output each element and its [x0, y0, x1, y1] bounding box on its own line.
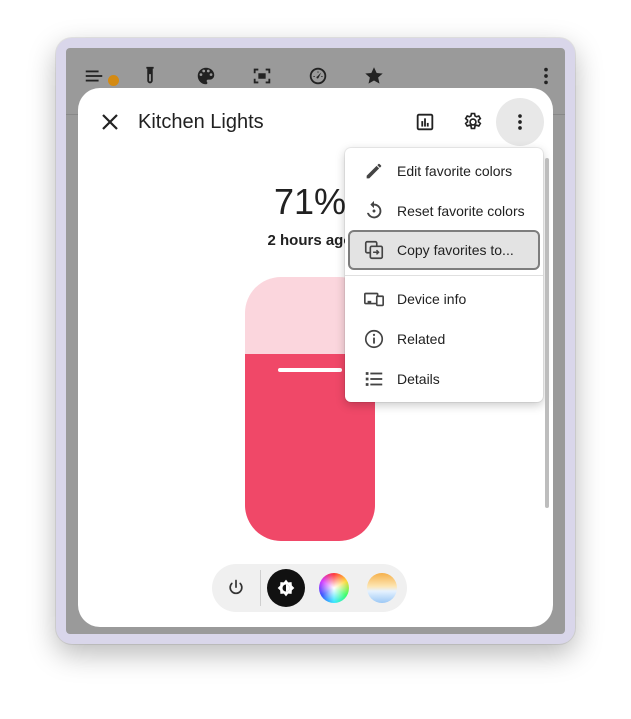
star-icon[interactable] — [360, 62, 388, 90]
menu-item-label: Related — [397, 331, 446, 347]
more-options-menu: Edit favorite colors Reset favorite colo… — [345, 148, 543, 402]
history-button[interactable] — [405, 102, 445, 142]
menu-icon[interactable] — [80, 62, 108, 90]
more-vertical-icon — [518, 114, 522, 130]
list-icon — [363, 368, 385, 390]
color-temperature-button[interactable] — [363, 569, 401, 607]
power-toggle-button[interactable] — [217, 569, 255, 607]
menu-divider — [345, 275, 543, 276]
menu-item-device-info[interactable]: Device info — [345, 279, 543, 319]
dialog-title: Kitchen Lights — [138, 111, 264, 133]
copy-to-icon — [363, 239, 385, 261]
settings-gear-icon — [464, 112, 482, 130]
menu-item-label: Device info — [397, 291, 467, 307]
devices-icon — [363, 288, 385, 310]
menu-item-label: Copy favorites to... — [397, 242, 514, 258]
color-mode-button[interactable] — [315, 569, 353, 607]
history-chart-icon — [416, 113, 434, 131]
gauge-icon[interactable] — [304, 62, 332, 90]
brightness-slider-handle[interactable] — [278, 368, 342, 372]
reset-icon — [363, 200, 385, 222]
color-temperature-icon — [367, 573, 397, 603]
brightness-mode-button[interactable] — [267, 569, 305, 607]
power-icon — [229, 579, 243, 595]
menu-item-label: Edit favorite colors — [397, 163, 513, 179]
menu-item-edit-favorite-colors[interactable]: Edit favorite colors — [345, 151, 543, 191]
close-icon — [102, 114, 118, 130]
more-vertical-icon[interactable] — [532, 62, 560, 90]
palette-icon[interactable] — [192, 62, 220, 90]
menu-item-reset-favorite-colors[interactable]: Reset favorite colors — [345, 191, 543, 231]
notification-badge — [108, 75, 119, 86]
menu-item-copy-favorites-to[interactable]: Copy favorites to... — [348, 230, 540, 270]
menu-item-label: Reset favorite colors — [397, 203, 525, 219]
pencil-icon — [363, 160, 385, 182]
screen-capture-icon[interactable] — [248, 62, 276, 90]
close-button[interactable] — [92, 104, 128, 140]
menu-item-related[interactable]: Related — [345, 319, 543, 359]
more-options-button[interactable] — [496, 98, 544, 146]
dialog-scrollbar[interactable] — [545, 158, 549, 508]
menu-item-label: Details — [397, 371, 440, 387]
settings-button[interactable] — [453, 102, 493, 142]
color-wheel-icon — [319, 573, 349, 603]
info-icon — [363, 328, 385, 350]
menu-item-details[interactable]: Details — [345, 359, 543, 399]
light-control-bar — [212, 564, 407, 612]
dialog-header: Kitchen Lights — [78, 88, 553, 156]
brightness-icon — [277, 579, 295, 597]
control-divider — [260, 570, 261, 606]
test-tube-icon[interactable] — [136, 62, 164, 90]
